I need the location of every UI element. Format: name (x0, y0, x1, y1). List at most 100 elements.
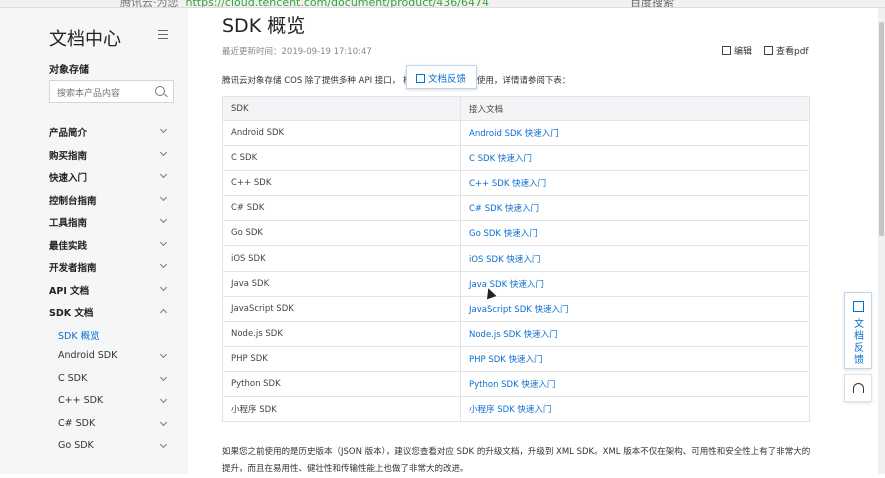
sidebar-item-api[interactable]: API 文档 (0, 278, 188, 301)
sidebar-item-label: API 文档 (49, 285, 90, 297)
browser-chrome: 腾讯云·为您 https://cloud.tencent.com/documen… (0, 0, 885, 8)
sdk-name-cell: C++ SDK (222, 170, 461, 197)
sidebar-item-label: 产品简介 (49, 128, 88, 139)
table-row: 小程序 SDK 小程序 SDK 快速入门 (222, 396, 810, 423)
sidebar-subitem-android[interactable]: Android SDK (0, 345, 188, 368)
sidebar-subitem-csharp[interactable]: C# SDK (0, 413, 188, 436)
feedback-icon (853, 301, 864, 312)
quickstart-link[interactable]: Python SDK 快速入门 (460, 370, 810, 398)
chevron-down-icon (159, 170, 168, 179)
chevron-down-icon (159, 373, 168, 381)
table-row: C++ SDK C++ SDK 快速入门 (222, 170, 810, 197)
sidebar-subitem-c[interactable]: C SDK (0, 368, 188, 391)
table-row: Node.js SDK Node.js SDK 快速入门 (222, 320, 810, 347)
sidebar-item-sdk[interactable]: SDK 文档 (0, 300, 188, 323)
table-row: C SDK C SDK 快速入门 (222, 145, 810, 172)
quickstart-link[interactable]: JavaScript SDK 快速入门 (460, 295, 810, 322)
search-input[interactable] (50, 83, 150, 105)
sidebar-item-purchase[interactable]: 购买指南 (0, 143, 188, 166)
table-header-row: SDK 接入文档 (222, 96, 810, 121)
column-header-sdk: SDK (222, 96, 461, 121)
sidebar-item-intro[interactable]: 产品简介 (0, 120, 188, 143)
quickstart-link[interactable]: C# SDK 快速入门 (460, 195, 810, 222)
edit-label: 编辑 (734, 47, 753, 57)
sdk-name-cell: Go SDK (222, 220, 461, 247)
chevron-down-icon (159, 125, 168, 134)
quickstart-link[interactable]: Go SDK 快速入门 (460, 220, 810, 247)
side-feedback-label: 文档反馈 (854, 319, 864, 366)
chevron-down-icon (159, 215, 168, 224)
scrollbar-thumb[interactable] (879, 22, 884, 236)
edit-icon (722, 46, 731, 55)
sidebar-item-label: 开发者指南 (49, 263, 97, 274)
edit-button[interactable]: 编辑 (722, 44, 752, 57)
sidebar-nav: 产品简介 购买指南 快速入门 控制台指南 工具指南 最佳实践 开发者指南 API… (0, 120, 188, 458)
intro-text: 腾讯云对象存储 COS 除了提供多种 API 接口， 样的 SDK 供开发者使用… (222, 76, 571, 86)
table-row: Python SDK Python SDK 快速入门 (222, 370, 810, 398)
sidebar-subitem-cpp[interactable]: C++ SDK (0, 390, 188, 413)
scrollbar[interactable] (878, 8, 885, 474)
sdk-name-cell: C# SDK (222, 195, 461, 222)
quickstart-link[interactable]: Java SDK 快速入门 (460, 270, 810, 297)
sidebar-item-best-practice[interactable]: 最佳实践 (0, 233, 188, 256)
sdk-name-cell: iOS SDK (222, 245, 461, 272)
quickstart-link[interactable]: PHP SDK 快速入门 (460, 345, 810, 372)
quickstart-link[interactable]: C++ SDK 快速入门 (460, 170, 810, 197)
sdk-name-cell: PHP SDK (222, 345, 461, 372)
search-icon[interactable] (155, 86, 165, 96)
chevron-down-icon (159, 395, 168, 404)
chevron-down-icon (159, 283, 168, 291)
sidebar-subitem-go[interactable]: Go SDK (0, 435, 188, 458)
sidebar-item-label: 控制台指南 (49, 195, 97, 207)
sidebar-item-label: SDK 文档 (49, 308, 94, 319)
sidebar-item-label: C SDK (58, 372, 88, 384)
sidebar-item-developer[interactable]: 开发者指南 (0, 255, 188, 278)
footer-paragraph: 如果您之前使用的是历史版本（JSON 版本），建议您查看对应 SDK 的升级文档… (222, 447, 811, 474)
table-row: Java SDK Java SDK 快速入门 (222, 270, 810, 297)
quickstart-link[interactable]: iOS SDK 快速入门 (460, 245, 810, 272)
address-prefix: 腾讯云·为您 (120, 0, 179, 8)
pdf-label: 查看pdf (776, 47, 809, 57)
sidebar-item-label: SDK 概览 (58, 330, 100, 342)
sidebar-item-tools[interactable]: 工具指南 (0, 210, 188, 233)
quickstart-link[interactable]: Android SDK 快速入门 (460, 119, 810, 147)
table-row: PHP SDK PHP SDK 快速入门 (222, 345, 810, 372)
feedback-icon (416, 74, 425, 83)
sidebar-item-label: 工具指南 (49, 218, 88, 229)
view-pdf-button[interactable]: 查看pdf (764, 44, 809, 57)
chevron-down-icon (159, 418, 168, 426)
table-row: JavaScript SDK JavaScript SDK 快速入门 (222, 295, 810, 322)
pdf-icon (764, 46, 773, 55)
menu-icon[interactable] (158, 30, 168, 39)
feedback-label: 文档反馈 (428, 74, 467, 85)
address-url: https://cloud.tencent.com/document/produ… (185, 0, 489, 8)
chevron-down-icon (159, 350, 168, 359)
column-header-docs: 接入文档 (460, 96, 810, 121)
chevron-down-icon (159, 193, 168, 201)
chevron-down-icon (159, 260, 168, 269)
search-box[interactable]: 百度搜索 (630, 0, 674, 7)
support-button[interactable] (844, 374, 872, 402)
sidebar-item-label: 快速入门 (49, 173, 88, 184)
updated-time: 最近更新时间：2019-09-19 17:10:47 (222, 47, 372, 57)
quickstart-link[interactable]: Node.js SDK 快速入门 (460, 320, 810, 347)
sdk-name-cell: 小程序 SDK (222, 396, 461, 423)
sidebar-item-console[interactable]: 控制台指南 (0, 188, 188, 211)
table-row: C# SDK C# SDK 快速入门 (222, 195, 810, 222)
doc-feedback-button[interactable]: 文档反馈 (406, 65, 477, 89)
sidebar-item-label: C++ SDK (58, 395, 104, 406)
chevron-up-icon (159, 308, 168, 317)
sidebar-subitem-sdk-overview[interactable]: SDK 概览 (0, 323, 188, 346)
chevron-down-icon (159, 148, 168, 156)
table-row: Android SDK Android SDK 快速入门 (222, 119, 810, 147)
quickstart-link[interactable]: 小程序 SDK 快速入门 (460, 396, 810, 423)
sidebar-item-quickstart[interactable]: 快速入门 (0, 165, 188, 188)
sdk-name-cell: Node.js SDK (222, 320, 461, 347)
sdk-name-cell: Python SDK (222, 370, 461, 398)
quickstart-link[interactable]: C SDK 快速入门 (460, 145, 810, 172)
product-name: 对象存储 (49, 65, 89, 76)
sdk-table: SDK 接入文档 Android SDK Android SDK 快速入门 C SD… (222, 96, 810, 423)
address-bar[interactable]: 腾讯云·为您 https://cloud.tencent.com/documen… (120, 0, 489, 8)
sidebar-item-label: Android SDK (58, 350, 118, 361)
side-feedback-button[interactable]: 文档反馈 (844, 292, 872, 369)
